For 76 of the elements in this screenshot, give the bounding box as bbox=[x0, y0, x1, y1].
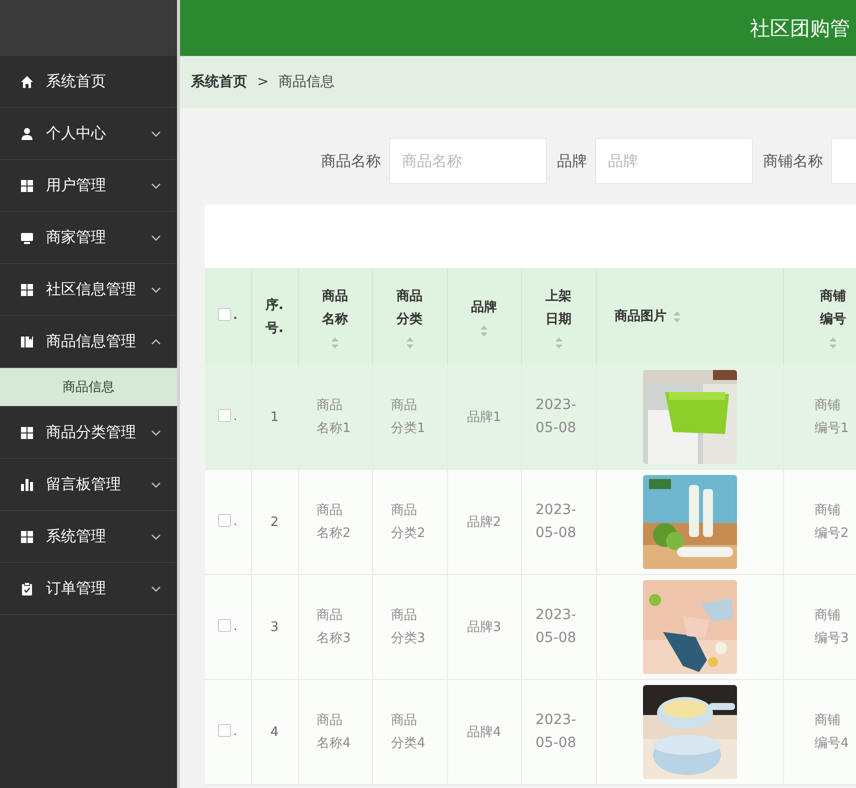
chevron-up-icon bbox=[151, 338, 161, 344]
table-cell-text: 品牌2 bbox=[466, 514, 502, 532]
table-cell-text: 商品分类1 bbox=[391, 397, 426, 438]
breadcrumb-link[interactable]: 系统首页 bbox=[191, 73, 247, 91]
breadcrumb-item: > bbox=[257, 74, 269, 90]
clipboard-icon bbox=[20, 582, 34, 596]
chevron-down-icon bbox=[151, 482, 161, 488]
checkbox[interactable] bbox=[218, 618, 232, 632]
table-cell-text: 2023-05-08 bbox=[536, 501, 578, 543]
table-cell-text: 商品名称4 bbox=[316, 712, 352, 753]
table-cell-text: 品牌4 bbox=[466, 724, 502, 742]
table-cell-text: 商品分类4 bbox=[391, 712, 426, 753]
table-cell-text: 2 bbox=[270, 514, 279, 532]
checkbox[interactable] bbox=[218, 514, 232, 526]
field-label: 商品名称 bbox=[321, 152, 381, 170]
column-header: 商品分类 bbox=[396, 288, 424, 328]
sort-icon[interactable] bbox=[554, 336, 562, 348]
checkbox[interactable] bbox=[218, 308, 231, 321]
table-cell-text: 商品分类3 bbox=[391, 607, 426, 648]
table-cell-text: 商品分类2 bbox=[391, 502, 426, 543]
column-header: 品牌 bbox=[470, 299, 498, 317]
table-cell-text: 2023-05-08 bbox=[536, 396, 578, 438]
checkbox[interactable] bbox=[218, 408, 232, 422]
table-cell-text: 3 bbox=[270, 618, 279, 636]
sort-icon[interactable] bbox=[829, 336, 837, 348]
user-icon bbox=[20, 126, 34, 140]
sort-icon[interactable] bbox=[480, 325, 488, 337]
table-cell-text: 2023-05-08 bbox=[536, 711, 578, 753]
table-cell-text: 商品名称3 bbox=[316, 607, 352, 648]
sort-icon[interactable] bbox=[406, 336, 414, 348]
checkbox[interactable] bbox=[218, 724, 232, 736]
table-cell-text: 品牌1 bbox=[466, 408, 502, 426]
chevron-down-icon bbox=[151, 430, 161, 436]
column-header: 上架日期 bbox=[544, 288, 572, 328]
checkbox-label: . bbox=[233, 620, 238, 632]
checkbox-label: . bbox=[233, 410, 238, 422]
grid-icon bbox=[20, 282, 34, 296]
monitor-icon bbox=[20, 230, 34, 244]
column-header: 商铺编号 bbox=[819, 288, 847, 328]
table-cell-text: 商铺编号2 bbox=[814, 502, 850, 543]
chevron-down-icon bbox=[151, 534, 161, 540]
home-icon bbox=[20, 74, 34, 88]
grid-icon bbox=[20, 530, 34, 544]
bar-chart-icon bbox=[20, 478, 34, 492]
column-header: 序.号. bbox=[266, 296, 284, 338]
chevron-down-icon bbox=[151, 286, 161, 292]
chevron-down-icon bbox=[151, 586, 161, 592]
submenu-item[interactable]: 商品信息 bbox=[0, 368, 177, 407]
chevron-down-icon bbox=[151, 234, 161, 240]
column-header: 商品名称 bbox=[321, 288, 349, 328]
table-cell-text: 商品名称2 bbox=[316, 502, 352, 543]
grid-icon bbox=[20, 426, 34, 440]
table-cell-text: 商铺编号4 bbox=[814, 712, 850, 753]
column-header: 商品图片 bbox=[614, 308, 666, 326]
app-title: 社区团购管 bbox=[750, 14, 850, 42]
table-cell-text: 商铺编号1 bbox=[814, 397, 850, 438]
table-cell-text: 4 bbox=[270, 724, 279, 742]
search-field[interactable]: 商品名称 bbox=[389, 138, 547, 184]
table-cell-text: 2023-05-08 bbox=[536, 606, 578, 648]
checkbox-label: . bbox=[232, 309, 238, 321]
search-field[interactable]: 品牌 bbox=[595, 138, 753, 184]
breadcrumb-item: 商品信息 bbox=[278, 73, 335, 91]
book-icon bbox=[20, 334, 34, 348]
sort-icon[interactable] bbox=[331, 336, 339, 348]
table-cell-text: 1 bbox=[270, 408, 279, 426]
chevron-down-icon bbox=[151, 130, 161, 136]
table-cell-text: 商品名称1 bbox=[316, 397, 352, 438]
checkbox-label: . bbox=[233, 514, 238, 526]
table-cell-text: 商铺编号3 bbox=[814, 607, 850, 648]
checkbox-label: . bbox=[233, 724, 238, 736]
field-label: 商铺名称 bbox=[763, 152, 823, 170]
sort-icon[interactable] bbox=[672, 310, 680, 322]
field-label: 品牌 bbox=[557, 152, 587, 170]
grid-icon bbox=[20, 178, 34, 192]
chevron-down-icon bbox=[151, 182, 161, 188]
table-cell-text: 品牌3 bbox=[466, 618, 502, 636]
